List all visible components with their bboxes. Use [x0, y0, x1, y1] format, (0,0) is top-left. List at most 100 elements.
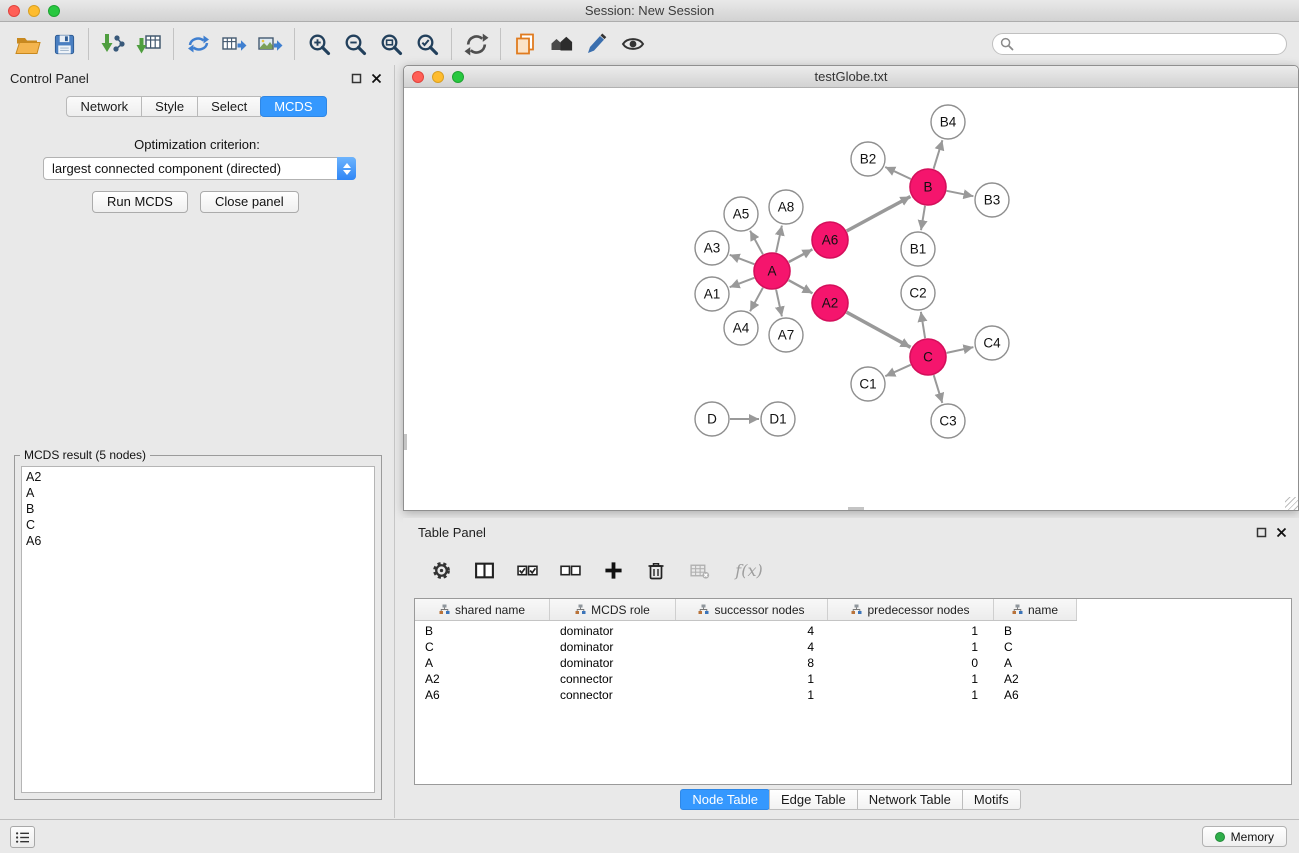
- column-header-label: predecessor nodes: [867, 603, 969, 617]
- column-header-label: shared name: [455, 603, 525, 617]
- mcds-result-item[interactable]: A6: [26, 533, 374, 549]
- function-builder-button[interactable]: f(x): [730, 558, 768, 582]
- optimization-criterion-label: Optimization criterion:: [0, 137, 394, 152]
- export-network-button[interactable]: [180, 27, 216, 61]
- table-row[interactable]: Adominator80A: [415, 655, 1291, 671]
- close-window-button[interactable]: [8, 5, 20, 17]
- graph-edge-A-A1[interactable]: [730, 278, 755, 287]
- mcds-result-item[interactable]: A: [26, 485, 374, 501]
- network-window-titlebar[interactable]: testGlobe.txt: [404, 66, 1298, 88]
- graph-edge-A-A6[interactable]: [789, 249, 813, 262]
- documents-button[interactable]: [507, 27, 543, 61]
- zoom-fit-button[interactable]: [373, 27, 409, 61]
- table-cell: dominator: [550, 624, 676, 638]
- tab-network-table[interactable]: Network Table: [857, 789, 963, 810]
- save-session-button[interactable]: [46, 27, 82, 61]
- search-input[interactable]: [992, 33, 1287, 55]
- zoom-out-button[interactable]: [337, 27, 373, 61]
- table-row[interactable]: Bdominator41B: [415, 623, 1291, 639]
- table-row[interactable]: Cdominator41C: [415, 639, 1291, 655]
- home-views-button[interactable]: [543, 27, 579, 61]
- tab-node-table[interactable]: Node Table: [680, 789, 770, 810]
- network-close-button[interactable]: [412, 71, 424, 83]
- task-history-button[interactable]: [10, 826, 35, 848]
- tab-motifs[interactable]: Motifs: [962, 789, 1021, 810]
- zoom-in-button[interactable]: [301, 27, 337, 61]
- table-cell: connector: [550, 688, 676, 702]
- table-cell: A: [994, 656, 1077, 670]
- graph-edge-C-C2[interactable]: [921, 312, 925, 338]
- table-close-button[interactable]: [1275, 526, 1287, 538]
- table-float-button[interactable]: [1255, 526, 1267, 538]
- graph-edge-C-C1[interactable]: [885, 365, 910, 376]
- tab-edge-table[interactable]: Edge Table: [769, 789, 858, 810]
- table-settings-button[interactable]: [429, 558, 453, 582]
- toolbar-separator: [88, 28, 89, 60]
- close-panel-button[interactable]: [370, 72, 382, 84]
- graph-edge-A-A7[interactable]: [776, 290, 782, 317]
- run-mcds-button[interactable]: Run MCDS: [92, 191, 188, 213]
- column-header-shared-name[interactable]: shared name: [415, 599, 550, 620]
- graph-edge-C-C3[interactable]: [934, 375, 943, 403]
- graphics-details-button[interactable]: [579, 27, 615, 61]
- refresh-button[interactable]: [458, 27, 494, 61]
- graph-edge-A6-B[interactable]: [847, 197, 911, 232]
- table-cell: 1: [828, 624, 994, 638]
- delete-table-button[interactable]: [687, 558, 711, 582]
- column-header-name[interactable]: name: [994, 599, 1077, 620]
- graph-edge-A-A2[interactable]: [789, 280, 813, 293]
- table-cell: A: [415, 656, 550, 670]
- memory-button[interactable]: Memory: [1202, 826, 1287, 847]
- column-header-mcds-role[interactable]: MCDS role: [550, 599, 676, 620]
- graph-edge-A-A5[interactable]: [750, 231, 763, 255]
- export-image-button[interactable]: [252, 27, 288, 61]
- table-cell: 1: [828, 672, 994, 686]
- table-row[interactable]: A6connector11A6: [415, 687, 1291, 703]
- graph-edge-B-B1[interactable]: [921, 206, 925, 230]
- mcds-result-item[interactable]: B: [26, 501, 374, 517]
- import-table-button[interactable]: [131, 27, 167, 61]
- tab-style[interactable]: Style: [141, 96, 198, 117]
- export-table-button[interactable]: [216, 27, 252, 61]
- delete-column-button[interactable]: [644, 558, 668, 582]
- create-column-button[interactable]: [601, 558, 625, 582]
- graph-edge-C-C4[interactable]: [947, 347, 974, 353]
- close-panel-action-button[interactable]: Close panel: [200, 191, 299, 213]
- mcds-result-item[interactable]: C: [26, 517, 374, 533]
- column-header-predecessor-nodes[interactable]: predecessor nodes: [828, 599, 994, 620]
- graph-edge-B-B4[interactable]: [934, 140, 943, 169]
- graph-edge-A-A3[interactable]: [730, 255, 755, 264]
- table-panel-title: Table Panel: [418, 525, 486, 540]
- unselect-all-columns-button[interactable]: [558, 558, 582, 582]
- vertical-scroll-hint[interactable]: [404, 434, 407, 450]
- horizontal-scroll-hint[interactable]: [848, 507, 864, 510]
- network-minimize-button[interactable]: [432, 71, 444, 83]
- select-all-columns-button[interactable]: [515, 558, 539, 582]
- float-panel-button[interactable]: [350, 72, 362, 84]
- column-tree-icon: [851, 604, 862, 615]
- mcds-result-item[interactable]: A2: [26, 469, 374, 485]
- graph-edge-A2-C[interactable]: [847, 312, 911, 347]
- float-icon: [351, 73, 362, 84]
- graph-edge-A-A4[interactable]: [750, 288, 763, 312]
- column-header-successor-nodes[interactable]: successor nodes: [676, 599, 828, 620]
- birdseye-button[interactable]: [615, 27, 651, 61]
- resize-handle[interactable]: [1285, 497, 1298, 510]
- minimize-window-button[interactable]: [28, 5, 40, 17]
- import-network-button[interactable]: [95, 27, 131, 61]
- table-row[interactable]: A2connector11A2: [415, 671, 1291, 687]
- network-canvas[interactable]: B4B2BB3A5A8A6A3B1AA1A2C2A4A7C4CC1C3DD1: [404, 89, 1298, 510]
- show-columns-button[interactable]: [472, 558, 496, 582]
- tab-select[interactable]: Select: [197, 96, 261, 117]
- tab-network[interactable]: Network: [66, 96, 142, 117]
- zoom-selected-button[interactable]: [409, 27, 445, 61]
- criterion-select[interactable]: largest connected component (directed): [43, 157, 356, 180]
- open-session-button[interactable]: [10, 27, 46, 61]
- maximize-window-button[interactable]: [48, 5, 60, 17]
- graph-edge-B-B2[interactable]: [885, 167, 911, 179]
- close-icon: [1276, 527, 1287, 538]
- graph-edge-A-A8[interactable]: [776, 226, 782, 253]
- graph-edge-B-B3[interactable]: [947, 191, 974, 196]
- tab-mcds[interactable]: MCDS: [260, 96, 326, 117]
- network-maximize-button[interactable]: [452, 71, 464, 83]
